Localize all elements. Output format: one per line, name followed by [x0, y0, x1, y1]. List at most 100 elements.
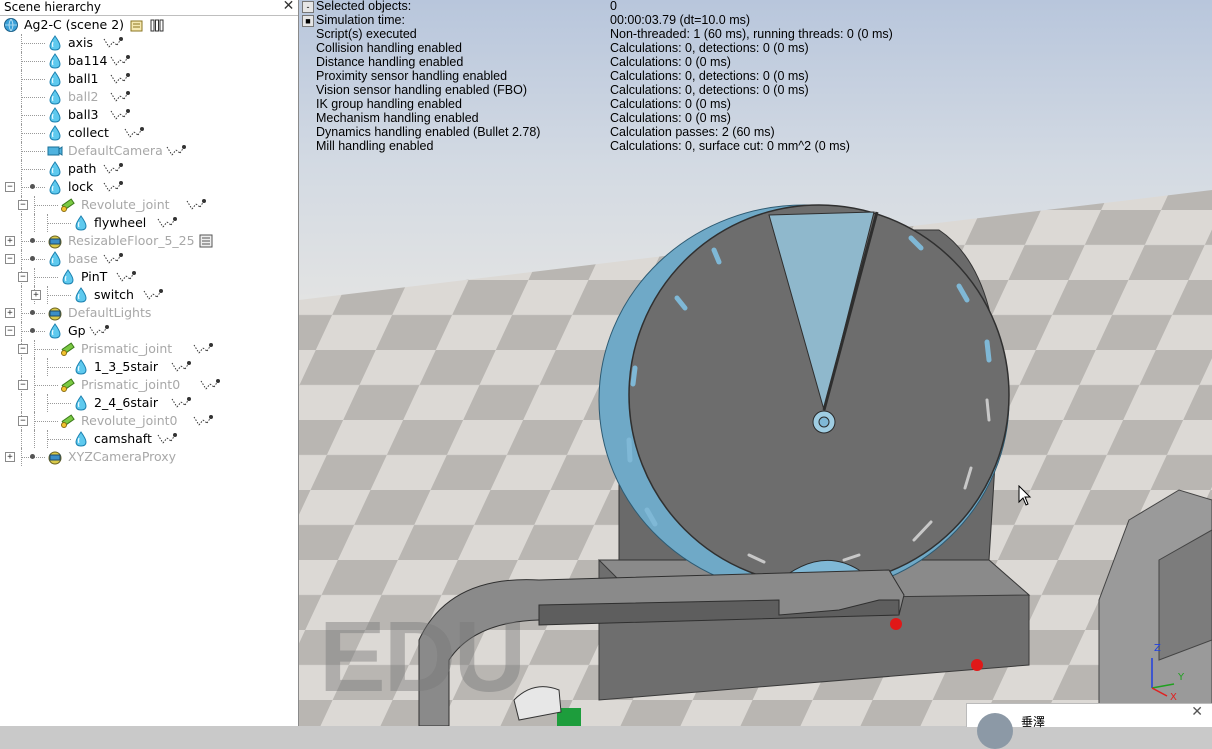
tree-row-xyzcameraproxy[interactable]: + XYZCameraProxy	[0, 448, 298, 466]
info-value: 00:00:03.79 (dt=10.0 ms)	[610, 13, 751, 27]
tree-guide-line	[47, 439, 71, 440]
shape-icon	[47, 251, 63, 267]
script-icon[interactable]	[200, 378, 220, 392]
tree-row-base[interactable]: − base	[0, 250, 298, 268]
tree-row-resizablefloor-5-25[interactable]: + ResizableFloor_5_25	[0, 232, 298, 250]
info-overlay: Selected objects: 0 Simulation time: 00:00:…	[299, 0, 1212, 160]
tree-row-ball1[interactable]: ball1	[0, 70, 298, 88]
tree-row-prismatic-joint[interactable]: − Prismatic_joint	[0, 340, 298, 358]
edu-watermark: EDU	[319, 601, 526, 713]
script-icon[interactable]	[157, 432, 177, 446]
collapse-icon[interactable]: −	[18, 416, 28, 426]
script-icon[interactable]	[171, 360, 191, 374]
tree-guide-line	[21, 169, 45, 170]
script-icon[interactable]	[110, 72, 130, 86]
model-dot-icon	[30, 328, 35, 333]
chat-notification[interactable]: 垂澤 ✕	[966, 703, 1212, 749]
script-icon[interactable]	[89, 324, 109, 338]
tree-row-collect[interactable]: collect	[0, 124, 298, 142]
collapse-icon[interactable]: −	[5, 182, 15, 192]
globe-icon	[3, 17, 19, 33]
info-value: Non-threaded: 1 (60 ms), running threads…	[610, 27, 893, 41]
tree-guide-line	[47, 403, 71, 404]
tree-row-revolute-joint[interactable]: − Revolute_joint	[0, 196, 298, 214]
tree-guide-line	[47, 367, 71, 368]
script-icon[interactable]	[103, 36, 123, 50]
tree-guide-line	[34, 277, 58, 278]
script-icon[interactable]	[143, 288, 163, 302]
info-label-mechanism-handling-enabled: Mechanism handling enabled	[316, 111, 479, 125]
tree-row-pint[interactable]: − PinT	[0, 268, 298, 286]
info-value: Calculation passes: 2 (60 ms)	[610, 125, 775, 139]
script-icon[interactable]	[103, 180, 123, 194]
model-dot-icon	[30, 238, 35, 243]
tree-row-defaultlights[interactable]: + DefaultLights	[0, 304, 298, 322]
script-icon[interactable]	[116, 270, 136, 284]
script-icon[interactable]	[157, 216, 177, 230]
tree-guide-line	[21, 97, 45, 98]
joint-icon	[60, 377, 76, 393]
tree-row-flywheel[interactable]: flywheel	[0, 214, 298, 232]
tree-guide-line	[21, 214, 22, 232]
model-icon	[47, 449, 63, 465]
tree-row-defaultcamera[interactable]: DefaultCamera	[0, 142, 298, 160]
tree-row-2-4-6stair[interactable]: 2_4_6stair	[0, 394, 298, 412]
script-icon[interactable]	[110, 108, 130, 122]
tree-guide-line	[34, 214, 35, 232]
script-icon[interactable]	[186, 198, 206, 212]
script-icon[interactable]	[110, 90, 130, 104]
expand-icon[interactable]: +	[5, 308, 15, 318]
script-icon[interactable]	[124, 126, 144, 140]
scene-properties-icon[interactable]	[150, 18, 164, 32]
tree-row-ag2-c-scene-2[interactable]: Ag2-C (scene 2)	[0, 16, 298, 34]
tree-guide-line	[21, 151, 45, 152]
script-icon[interactable]	[103, 252, 123, 266]
tree-item-label: ball1	[68, 71, 99, 86]
close-icon[interactable]: ✕	[1191, 704, 1203, 720]
info-collapse-button[interactable]: -	[302, 1, 314, 13]
tree-row-ball3[interactable]: ball3	[0, 106, 298, 124]
tree-row-ba114[interactable]: ba114	[0, 52, 298, 70]
expand-icon[interactable]: +	[5, 452, 15, 462]
collapse-icon[interactable]: −	[18, 272, 28, 282]
close-icon[interactable]: ✕	[282, 0, 295, 14]
shape-icon	[60, 269, 76, 285]
tree-row-1-3-5stair[interactable]: 1_3_5stair	[0, 358, 298, 376]
info-toggle-button[interactable]: ■	[302, 15, 314, 27]
info-label-simulation-time: Simulation time:	[316, 13, 405, 27]
model-properties-icon[interactable]	[199, 234, 213, 248]
shape-icon	[73, 431, 89, 447]
collapse-icon[interactable]: −	[18, 380, 28, 390]
tree-row-camshaft[interactable]: camshaft	[0, 430, 298, 448]
tree-item-label: collect	[68, 125, 109, 140]
collapse-icon[interactable]: −	[18, 344, 28, 354]
info-value: Calculations: 0, detections: 0 (0 ms)	[610, 83, 809, 97]
tree-row-axis[interactable]: axis	[0, 34, 298, 52]
tree-row-switch[interactable]: + switch	[0, 286, 298, 304]
info-label-collision-handling-enabled: Collision handling enabled	[316, 41, 462, 55]
expand-icon[interactable]: +	[31, 290, 41, 300]
tree-row-lock[interactable]: − lock	[0, 178, 298, 196]
script-icon[interactable]	[110, 54, 130, 68]
tree-guide-line	[47, 295, 71, 296]
scene-viewport[interactable]: EDU Z Y X Selected objects: 0 Simulation t…	[299, 0, 1212, 726]
script-icon[interactable]	[193, 414, 213, 428]
script-icon[interactable]	[193, 342, 213, 356]
tree-guide-line	[34, 205, 58, 206]
script-icon[interactable]	[171, 396, 191, 410]
script-icon[interactable]	[166, 144, 186, 158]
tree-row-revolute-joint0[interactable]: − Revolute_joint0	[0, 412, 298, 430]
collapse-icon[interactable]: −	[5, 326, 15, 336]
tree-guide-line	[47, 223, 71, 224]
script-icon[interactable]	[103, 162, 123, 176]
tree-row-prismatic-joint0[interactable]: − Prismatic_joint0	[0, 376, 298, 394]
collapse-icon[interactable]: −	[18, 200, 28, 210]
tree-guide-line	[34, 385, 58, 386]
tree-row-gp[interactable]: − Gp	[0, 322, 298, 340]
scene-script-icon[interactable]	[130, 18, 144, 32]
expand-icon[interactable]: +	[5, 236, 15, 246]
joint-icon	[60, 413, 76, 429]
tree-row-ball2[interactable]: ball2	[0, 88, 298, 106]
collapse-icon[interactable]: −	[5, 254, 15, 264]
tree-row-path[interactable]: path	[0, 160, 298, 178]
